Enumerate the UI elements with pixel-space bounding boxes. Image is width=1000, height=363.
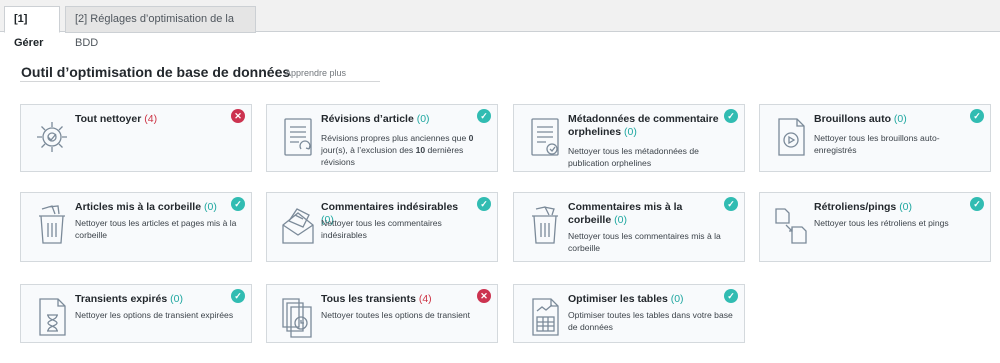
card-spam-comments[interactable]: Commentaires indésirables (0) Nettoyer t… <box>266 192 498 262</box>
tab-db-settings[interactable]: [2] Réglages d’optimisation de la BDD <box>65 6 256 49</box>
card-post-revisions[interactable]: Révisions d’article (0) Révisions propre… <box>266 104 498 172</box>
check-status-icon: ✓ <box>724 109 738 123</box>
check-status-icon: ✓ <box>970 197 984 211</box>
stacked-clock-icon <box>282 298 312 338</box>
card-clean-all[interactable]: Tout nettoyer (4) ✕ <box>20 104 252 172</box>
card-title: Articles mis à la corbeille (0) <box>75 201 217 213</box>
card-pingbacks[interactable]: Rétroliens/pings (0) Nettoyer tous les r… <box>759 192 991 262</box>
tab-bar: [1] Gérer [2] Réglages d’optimisation de… <box>0 0 1000 49</box>
gear-clean-icon <box>37 122 67 152</box>
card-description: Révisions propres plus anciennes que 0 j… <box>321 133 474 167</box>
card-description: Nettoyer les options de transient expiré… <box>75 310 234 320</box>
card-description: Nettoyer tous les commentaires mis à la … <box>568 231 721 253</box>
card-all-transients[interactable]: Tous les transients (4) Nettoyer toutes … <box>266 284 498 343</box>
card-title: Rétroliens/pings (0) <box>814 201 913 213</box>
card-description: Nettoyer tous les métadonnées de publica… <box>568 146 699 168</box>
check-status-icon: ✓ <box>477 109 491 123</box>
card-title: Brouillons auto (0) <box>814 113 907 125</box>
card-description: Nettoyer tous les rétroliens et pings <box>814 218 949 228</box>
card-title: Tous les transients (4) <box>321 293 432 305</box>
trash-comments-icon <box>532 206 558 244</box>
card-title: Métadonnées de commentaire orphelines (0… <box>568 113 719 138</box>
check-status-icon: ✓ <box>970 109 984 123</box>
heading-divider <box>20 81 380 82</box>
error-status-icon: ✕ <box>477 289 491 303</box>
learn-more-link[interactable]: Apprendre plus <box>285 68 346 78</box>
spam-envelope-icon <box>282 208 314 244</box>
tab-manage[interactable]: [1] Gérer <box>4 6 60 49</box>
card-auto-drafts[interactable]: Brouillons auto (0) Nettoyer tous les br… <box>759 104 991 172</box>
card-trashed-articles[interactable]: Articles mis à la corbeille (0) Nettoyer… <box>20 192 252 262</box>
card-title: Tout nettoyer (4) <box>75 113 158 125</box>
check-status-icon: ✓ <box>231 289 245 303</box>
check-status-icon: ✓ <box>724 289 738 303</box>
card-title: Transients expirés (0) <box>75 293 183 305</box>
check-status-icon: ✓ <box>477 197 491 211</box>
card-description: Optimiser toutes les tables dans votre b… <box>568 310 733 332</box>
document-revisions-icon <box>284 118 312 156</box>
error-status-icon: ✕ <box>231 109 245 123</box>
draft-gear-icon <box>778 118 805 156</box>
page-title: Outil d’optimisation de base de données <box>21 64 291 80</box>
card-description: Nettoyer tous les commentaires indésirab… <box>321 218 442 240</box>
table-chart-icon <box>532 298 559 336</box>
check-status-icon: ✓ <box>724 197 738 211</box>
card-description: Nettoyer tous les articles et pages mis … <box>75 218 237 240</box>
card-title: Commentaires mis à la corbeille (0) <box>568 201 683 226</box>
card-trashed-comments[interactable]: Commentaires mis à la corbeille (0) Nett… <box>513 192 745 262</box>
card-description: Nettoyer toutes les options de transient <box>321 310 471 320</box>
card-optimize-tables[interactable]: Optimiser les tables (0) Optimiser toute… <box>513 284 745 343</box>
trash-articles-icon <box>39 205 65 244</box>
pingback-icon <box>775 208 807 244</box>
document-meta-icon <box>531 118 559 156</box>
card-title: Révisions d’article (0) <box>321 113 430 125</box>
check-status-icon: ✓ <box>231 197 245 211</box>
card-expired-transients[interactable]: Transients expirés (0) Nettoyer les opti… <box>20 284 252 343</box>
hourglass-icon <box>39 298 66 336</box>
card-title: Optimiser les tables (0) <box>568 293 684 305</box>
card-description: Nettoyer tous les brouillons auto-enregi… <box>814 133 940 155</box>
card-orphan-comment-meta[interactable]: Métadonnées de commentaire orphelines (0… <box>513 104 745 172</box>
